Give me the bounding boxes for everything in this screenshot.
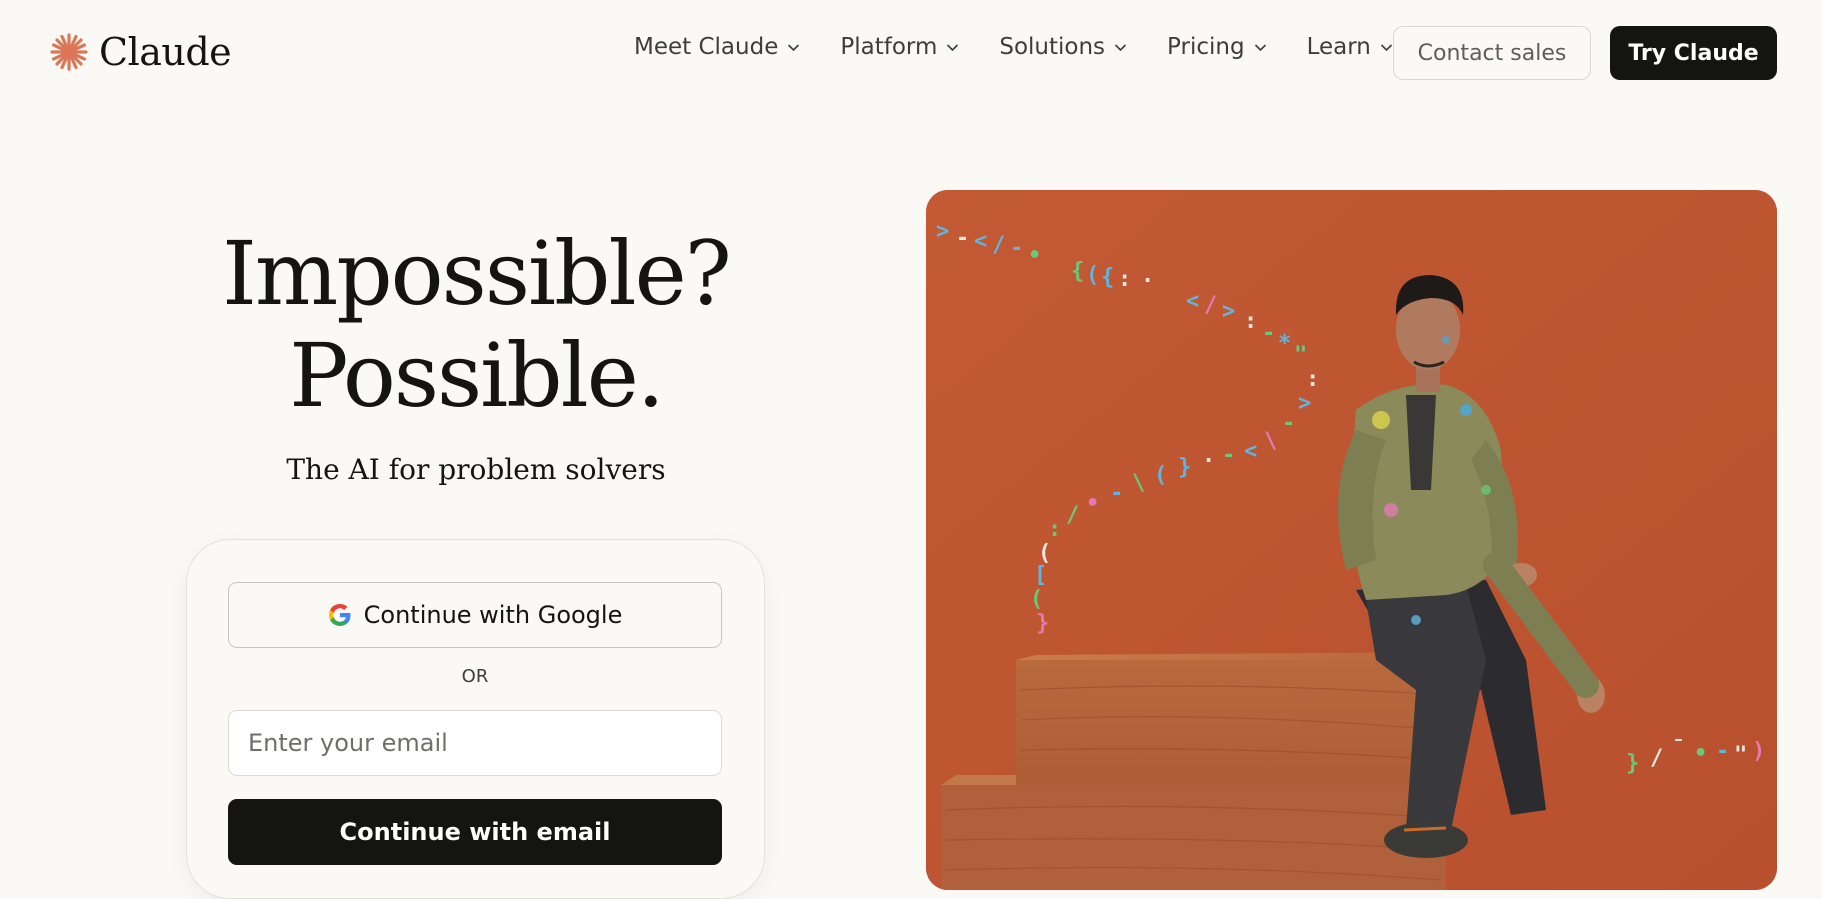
or-divider: OR: [461, 666, 489, 687]
svg-text:*: *: [1278, 331, 1291, 356]
hero-title-line-1: Impossible?: [222, 222, 732, 325]
logo[interactable]: Claude: [49, 30, 232, 74]
logo-text: Claude: [99, 30, 232, 74]
svg-text:>: >: [1222, 299, 1235, 324]
nav-item-pricing[interactable]: Pricing: [1167, 34, 1267, 60]
svg-text:(: (: [1086, 263, 1099, 288]
chevron-down-icon: [947, 43, 959, 51]
hero-title-line-2: Possible.: [289, 324, 665, 427]
svg-text::: :: [1306, 367, 1319, 392]
svg-text:(: (: [1030, 587, 1043, 612]
nav-item-label: Learn: [1306, 34, 1371, 60]
svg-text:·: ·: [1141, 269, 1154, 294]
svg-text:{: {: [1071, 259, 1084, 284]
nav-item-platform[interactable]: Platform: [840, 34, 959, 60]
svg-text:<: <: [974, 229, 987, 254]
continue-with-email-button[interactable]: Continue with email: [228, 799, 722, 865]
chevron-down-icon: [788, 43, 800, 51]
google-button-label: Continue with Google: [363, 601, 623, 629]
svg-text:}: }: [1036, 611, 1049, 636]
nav-item-meet-claude[interactable]: Meet Claude: [634, 34, 800, 60]
svg-text:-: -: [1222, 443, 1235, 468]
nav-item-label: Solutions: [999, 34, 1106, 60]
chevron-down-icon: [1254, 43, 1266, 51]
svg-text:\: \: [1132, 471, 1145, 496]
hero-title: Impossible? Possible.: [0, 223, 952, 427]
contact-sales-button[interactable]: Contact sales: [1393, 26, 1591, 80]
svg-text:\: \: [1264, 429, 1277, 454]
svg-text:-: -: [1716, 739, 1729, 764]
svg-text:•: •: [1694, 741, 1707, 766]
svg-text:): ): [1752, 739, 1765, 764]
svg-text:/: /: [992, 233, 1005, 258]
svg-text:-: -: [956, 226, 969, 251]
svg-text:/: /: [1066, 503, 1079, 528]
nav-item-label: Pricing: [1167, 34, 1245, 60]
svg-text:·: ·: [1202, 449, 1215, 474]
svg-text:•: •: [1086, 491, 1099, 516]
site-header: Claude Meet Claude Platform Solutions Pr…: [0, 0, 1822, 104]
svg-text:-: -: [1282, 411, 1295, 436]
main-nav: Meet Claude Platform Solutions Pricing L…: [634, 34, 1393, 60]
svg-text:/: /: [1650, 746, 1663, 771]
svg-text:>: >: [1298, 391, 1311, 416]
svg-text:<: <: [1186, 289, 1199, 314]
nav-item-label: Meet Claude: [634, 34, 779, 60]
claude-starburst-icon: [50, 33, 88, 71]
svg-text:-: -: [1110, 481, 1123, 506]
nav-item-learn[interactable]: Learn: [1307, 34, 1393, 60]
email-input[interactable]: [228, 710, 722, 776]
hero-image: > - < / - • { ( { : · < / > : - * " : > …: [926, 190, 1777, 890]
svg-text:{: {: [1101, 265, 1114, 290]
svg-text:-: -: [1010, 236, 1023, 261]
nav-item-label: Platform: [840, 34, 938, 60]
svg-text:/: /: [1204, 293, 1217, 318]
svg-text:(: (: [1154, 463, 1167, 488]
continue-with-google-button[interactable]: Continue with Google: [228, 582, 722, 648]
nav-item-solutions[interactable]: Solutions: [999, 34, 1127, 60]
svg-text:": ": [1734, 743, 1747, 768]
svg-text:[: [: [1034, 563, 1047, 588]
hero-subtitle: The AI for problem solvers: [286, 453, 666, 486]
svg-text::: :: [1118, 267, 1131, 292]
svg-text:}: }: [1626, 751, 1639, 776]
svg-text:•: •: [1028, 243, 1041, 268]
svg-text::: :: [1244, 309, 1257, 334]
svg-text:<: <: [1244, 439, 1257, 464]
svg-text:>: >: [936, 219, 949, 244]
svg-text:-: -: [1262, 321, 1275, 346]
google-icon: [328, 604, 351, 626]
try-claude-button[interactable]: Try Claude: [1610, 26, 1777, 80]
chevron-down-icon: [1380, 43, 1392, 51]
hero-illustration: > - < / - • { ( { : · < / > : - * " : > …: [926, 190, 1777, 890]
svg-text:": ": [1294, 343, 1307, 368]
svg-text:¯: ¯: [1672, 737, 1685, 762]
chevron-down-icon: [1114, 43, 1127, 51]
svg-text::: :: [1048, 517, 1061, 542]
svg-text:}: }: [1178, 455, 1191, 480]
